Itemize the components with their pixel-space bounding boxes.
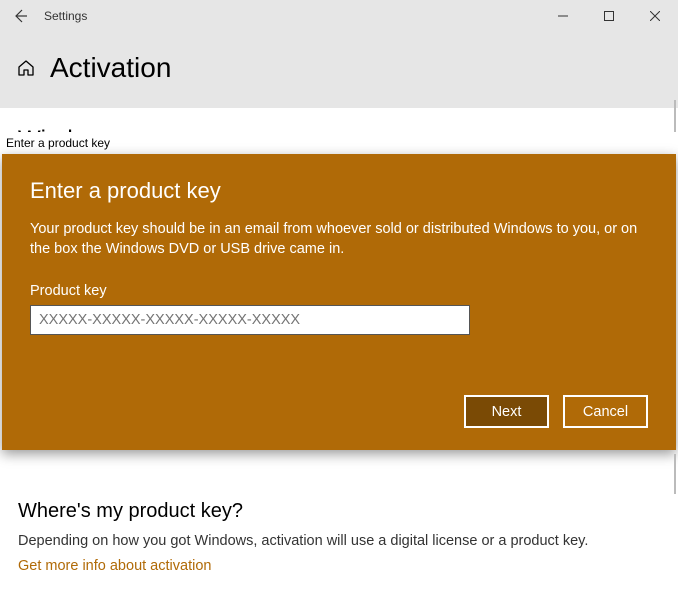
cancel-button[interactable]: Cancel (563, 395, 648, 428)
dialog-heading: Enter a product key (30, 178, 648, 204)
maximize-button[interactable] (586, 0, 632, 32)
help-heading: Where's my product key? (18, 500, 660, 523)
help-section: Where's my product key? Depending on how… (18, 500, 660, 575)
arrow-left-icon (12, 8, 28, 24)
minimize-icon (558, 11, 568, 21)
back-button[interactable] (8, 4, 32, 28)
scrollbar[interactable] (674, 454, 676, 494)
next-button[interactable]: Next (464, 395, 549, 428)
maximize-icon (604, 11, 614, 21)
close-icon (650, 11, 660, 21)
product-key-input[interactable] (30, 305, 470, 335)
window-title: Settings (44, 9, 87, 23)
dialog-button-row: Next Cancel (464, 395, 648, 428)
home-icon[interactable] (16, 58, 36, 78)
minimize-button[interactable] (540, 0, 586, 32)
product-key-label: Product key (30, 283, 648, 299)
close-button[interactable] (632, 0, 678, 32)
page-title: Activation (50, 52, 171, 84)
dialog-description: Your product key should be in an email f… (30, 220, 640, 259)
help-body: Depending on how you got Windows, activa… (18, 533, 660, 549)
product-key-dialog: Enter a product key Your product key sho… (2, 154, 676, 450)
help-link[interactable]: Get more info about activation (18, 558, 211, 574)
titlebar: Settings (0, 0, 678, 32)
page-header: Activation (0, 32, 678, 108)
window-controls (540, 0, 678, 32)
